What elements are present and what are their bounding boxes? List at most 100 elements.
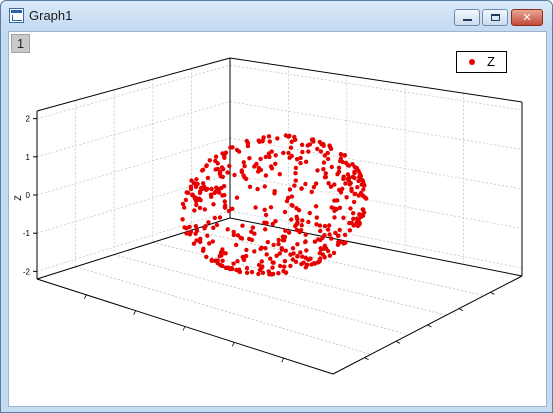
data-point [298,228,304,233]
data-point [294,214,299,219]
data-point [262,184,267,189]
data-point [295,220,300,225]
data-point [283,133,289,138]
minimize-button[interactable] [454,9,480,26]
data-point [258,167,264,173]
data-point [305,262,310,267]
data-point [264,252,269,257]
data-point [184,190,189,195]
data-point [361,210,367,215]
data-point [264,220,269,226]
data-point [273,161,278,166]
data-point [218,174,223,179]
z-tick-label: 1 [26,153,31,162]
data-point [222,205,228,210]
data-point [360,193,365,198]
data-point [266,134,272,139]
data-point [225,170,230,175]
data-point [194,228,200,233]
data-point [359,182,364,187]
data-point [211,225,216,230]
data-point [206,220,211,225]
app-graph-icon[interactable] [9,8,24,23]
data-point [293,178,298,183]
data-point [355,223,361,229]
data-point [321,167,326,172]
data-point [268,205,274,210]
data-point [322,223,328,229]
data-point [263,212,269,218]
data-point [355,216,360,221]
legend[interactable]: Z [456,51,507,73]
data-point [201,184,207,189]
data-point [260,138,265,144]
legend-marker [469,59,475,65]
graph-window: Graph1 ✕ -2 -1 0 1 2 Z 1 Z [0,0,553,413]
data-point [331,250,337,256]
data-point [225,227,230,232]
data-point [231,229,236,235]
data-point [271,242,276,248]
data-point [332,215,337,220]
data-point [341,176,346,182]
plot-3d-scatter[interactable]: -2 -1 0 1 2 Z [9,32,548,408]
data-point [276,271,281,276]
data-point [303,239,308,244]
data-point [222,199,227,204]
title-bar[interactable]: Graph1 ✕ [1,1,552,31]
data-point [200,168,205,173]
x-tick [133,310,137,315]
grid-line [36,64,231,120]
data-point [322,233,327,238]
data-point [303,159,309,164]
data-point [348,206,353,211]
data-point [349,186,354,191]
maximize-button[interactable] [482,9,508,26]
data-point [338,158,343,164]
grid-line [229,101,523,150]
data-point [299,186,304,191]
data-point [351,199,357,205]
data-point [275,136,280,141]
data-point [211,202,216,207]
data-point [329,236,334,241]
layer-tab[interactable]: 1 [11,34,30,53]
close-button[interactable]: ✕ [511,9,543,26]
data-point [197,190,203,196]
data-point [352,191,357,197]
data-point [321,160,327,165]
x-tick [281,357,285,363]
data-point [268,256,273,261]
y-tick [364,357,369,361]
data-point [244,138,249,144]
data-point [219,185,224,191]
data-point [287,155,292,160]
data-point [188,186,194,192]
data-point [222,152,227,158]
data-point [252,231,257,236]
data-point [317,223,323,228]
data-point [293,171,298,176]
data-point [244,266,250,271]
data-point [325,248,331,254]
data-point [317,139,322,145]
data-point [209,186,214,192]
data-point [282,209,288,215]
grid-line [75,266,371,355]
data-point [254,161,259,167]
data-point [189,178,194,183]
data-point [327,143,332,148]
graph-page[interactable]: -2 -1 0 1 2 Z 1 Z [8,31,547,407]
data-point [258,156,263,162]
data-point [227,163,232,169]
data-point [348,180,353,186]
data-point [347,228,353,233]
z-tick-label: -1 [23,229,31,238]
data-point [341,241,346,246]
data-point [259,245,264,250]
data-point [192,208,197,213]
data-point [234,195,240,200]
data-point [247,184,253,189]
maximize-icon [490,14,500,21]
y-tick [458,308,464,312]
